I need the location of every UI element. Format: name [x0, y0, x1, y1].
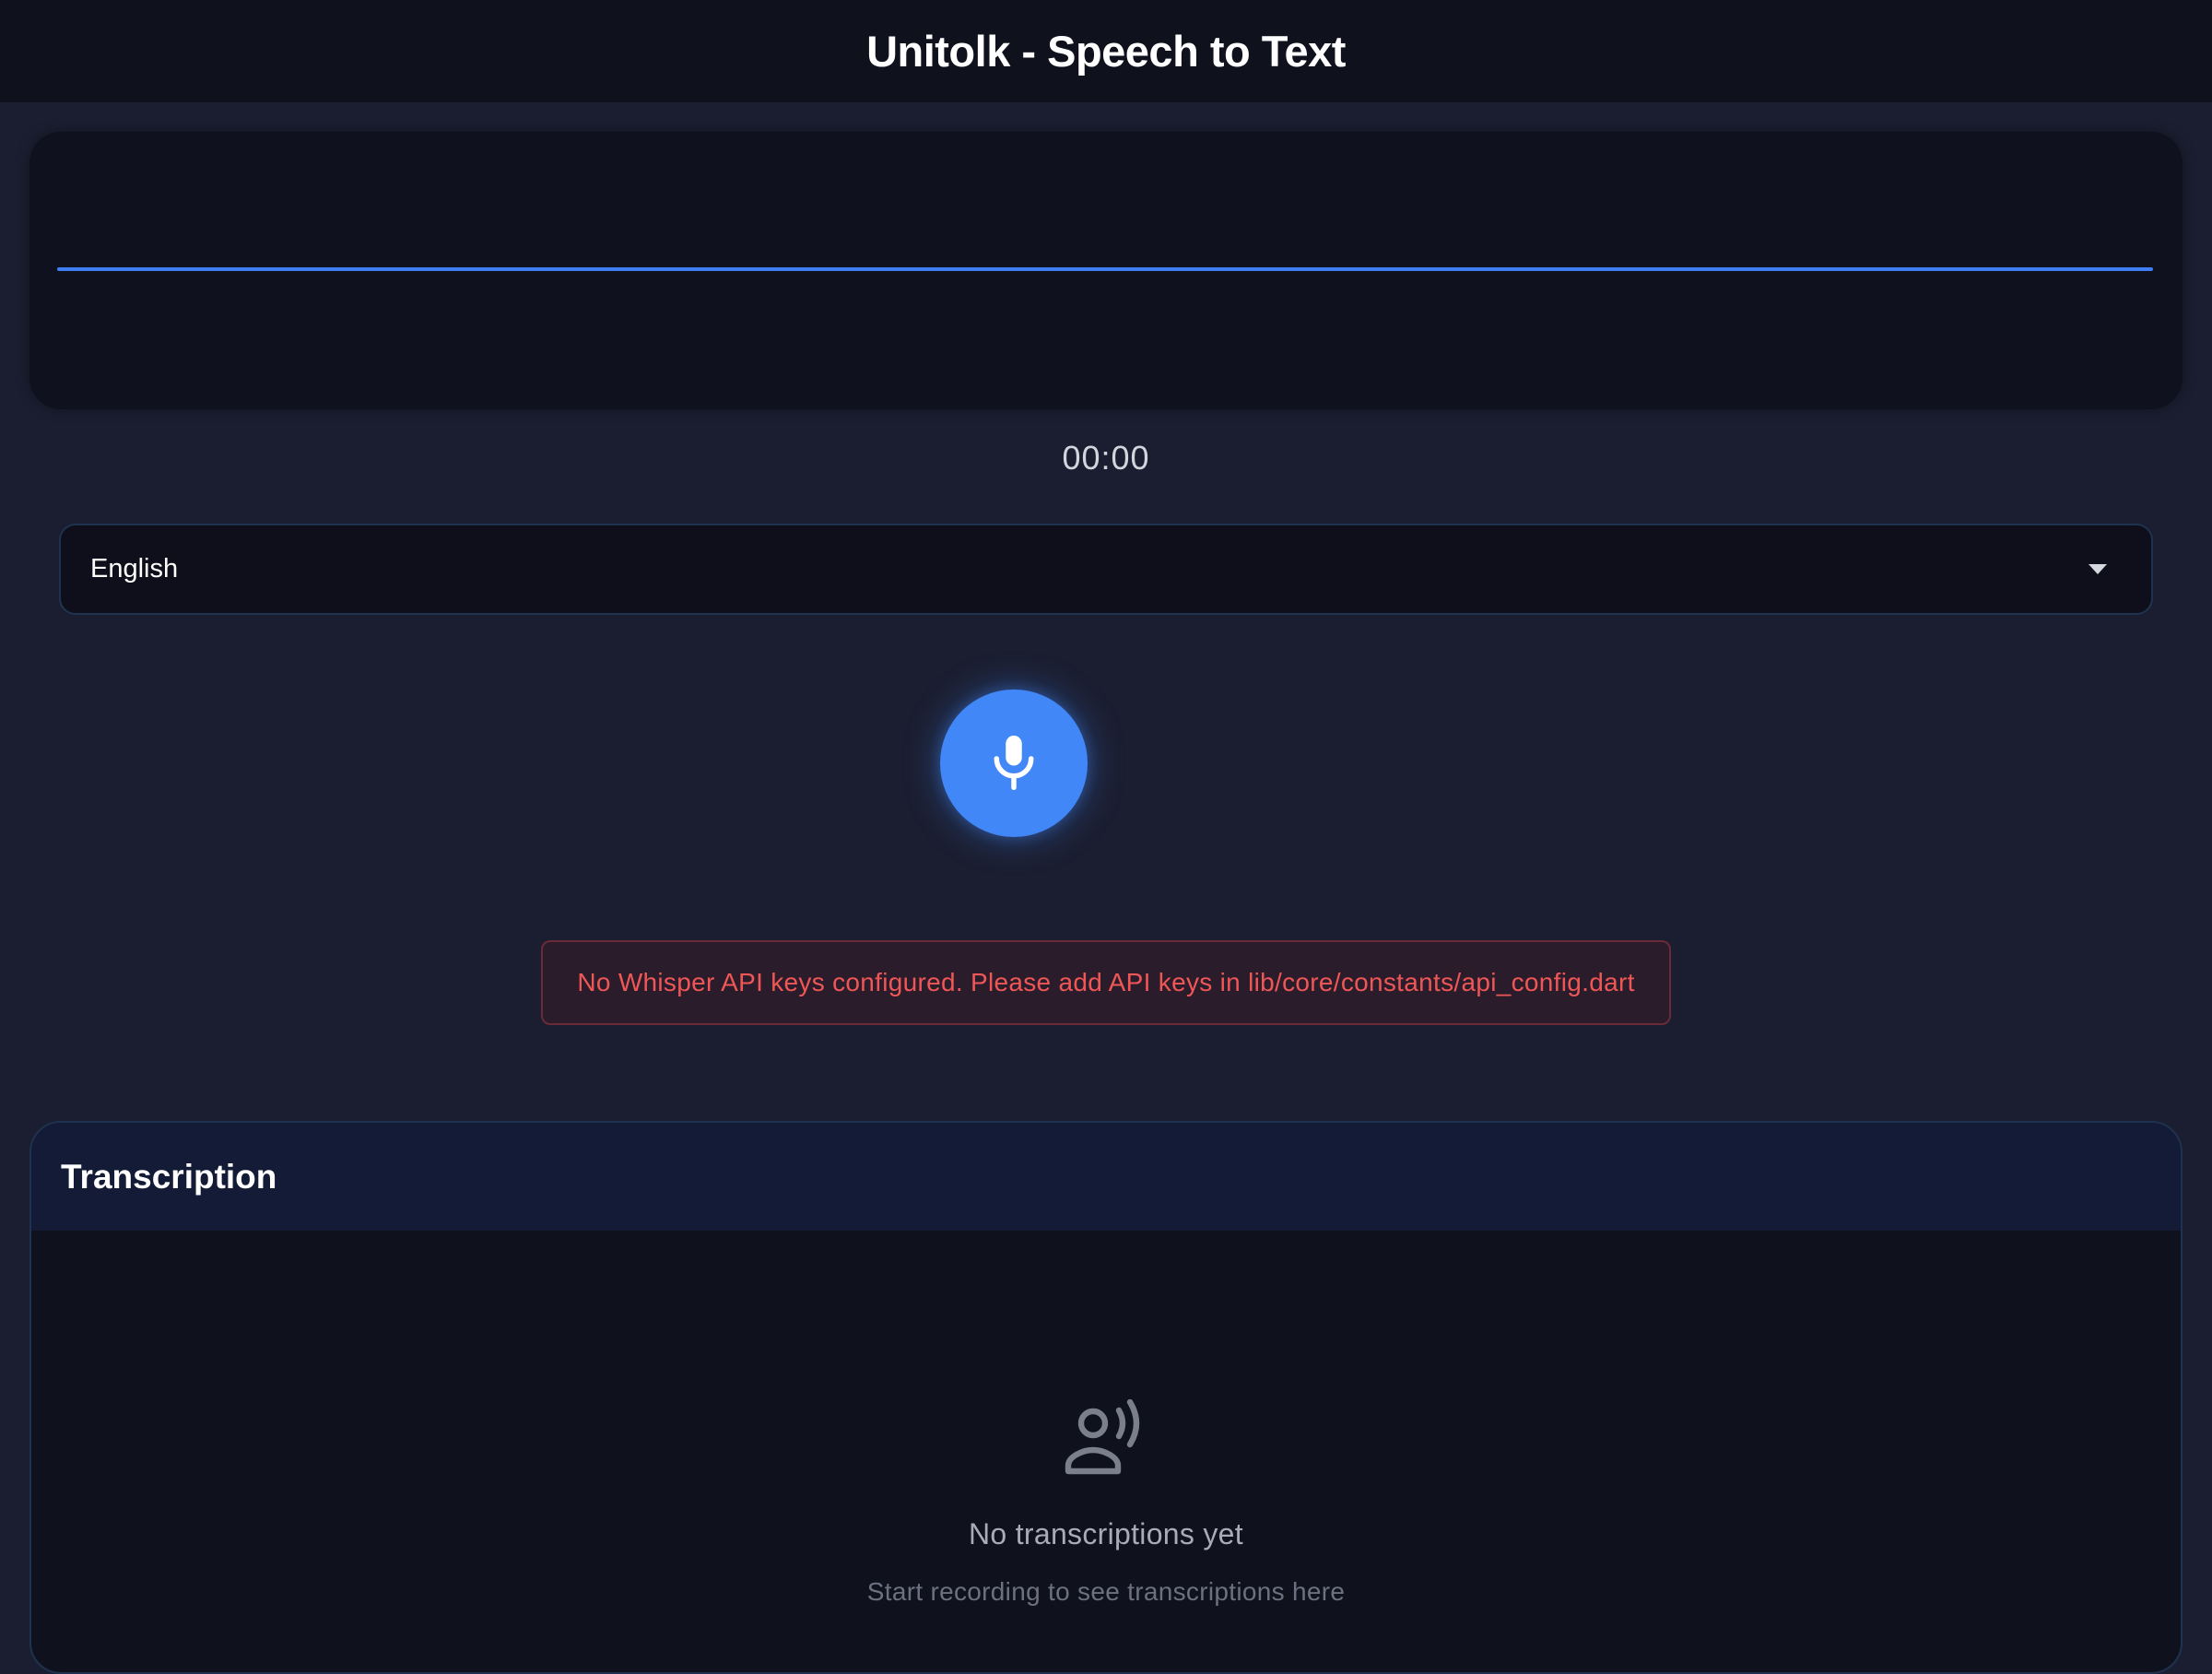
recording-timer: 00:00 [1062, 439, 1150, 477]
language-dropdown[interactable]: English [59, 524, 2153, 615]
app-title: Unitolk - Speech to Text [866, 27, 1346, 76]
chevron-down-icon [2088, 564, 2107, 574]
language-selected-value: English [90, 554, 179, 584]
empty-state: No transcriptions yet Start recording to… [31, 1399, 2181, 1607]
transcription-panel: Transcription No transcriptions yet Star… [29, 1121, 2183, 1674]
record-voice-icon [1065, 1399, 1140, 1475]
transcription-header: Transcription [31, 1123, 2181, 1231]
record-button[interactable] [940, 690, 1088, 837]
empty-state-title: No transcriptions yet [969, 1517, 1243, 1550]
waveform-card [29, 132, 2183, 409]
waveform-line [57, 267, 2153, 271]
empty-state-subtitle: Start recording to see transcriptions he… [866, 1577, 1346, 1606]
app-bar: Unitolk - Speech to Text [0, 0, 2212, 102]
transcription-title: Transcription [61, 1157, 277, 1196]
error-banner: No Whisper API keys configured. Please a… [541, 940, 1671, 1025]
mic-icon [994, 736, 1034, 790]
error-message: No Whisper API keys configured. Please a… [577, 968, 1635, 996]
